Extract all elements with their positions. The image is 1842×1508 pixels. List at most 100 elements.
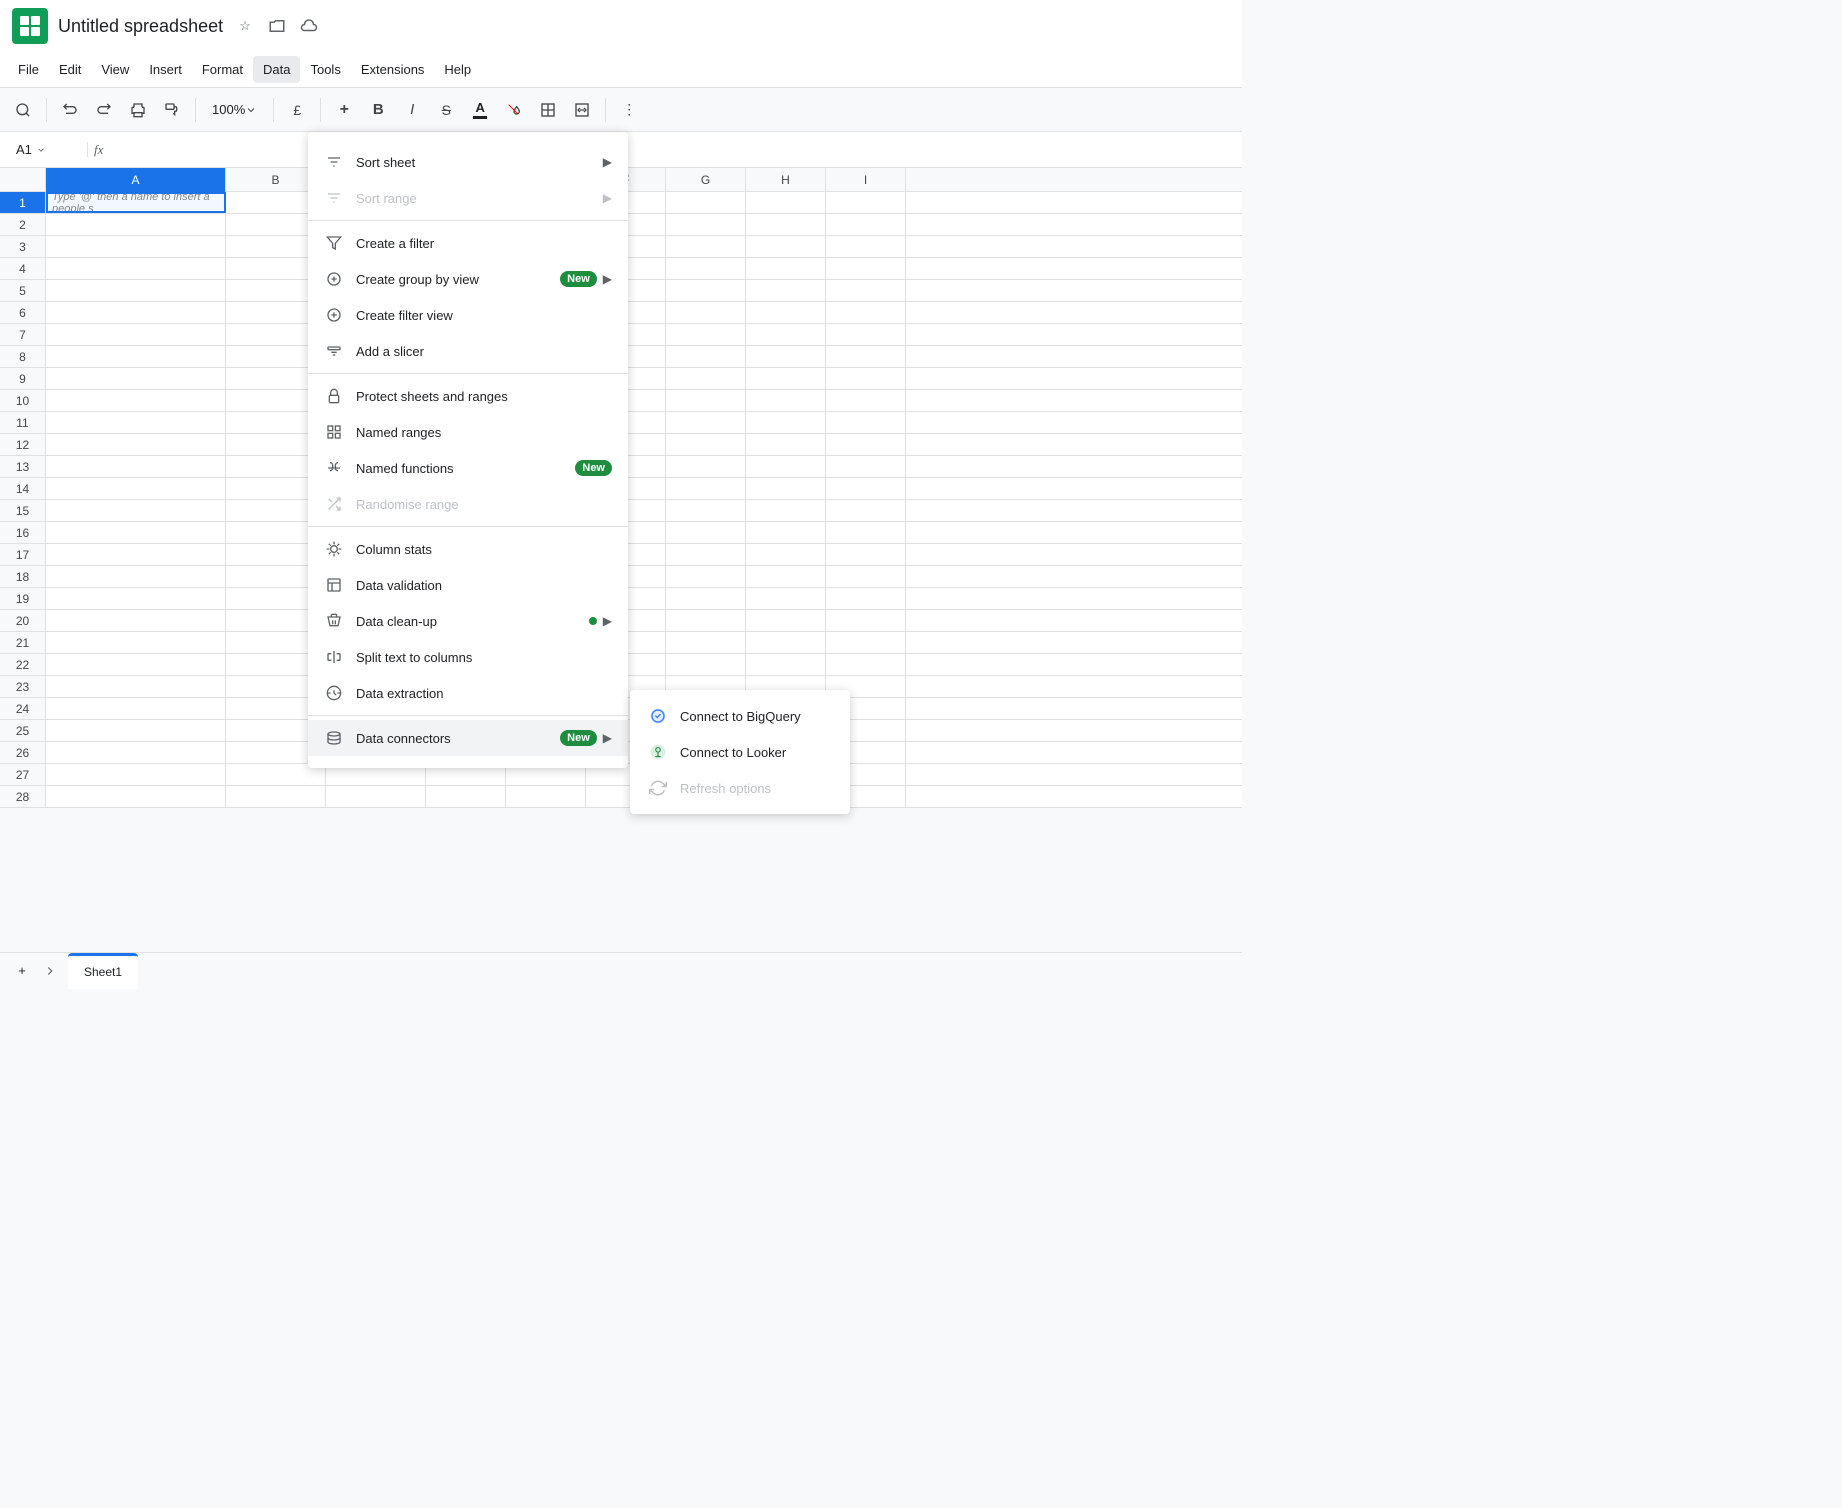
cell-a20[interactable] [46, 610, 226, 631]
row-number-22[interactable]: 22 [0, 654, 46, 675]
merge-cells-button[interactable] [567, 95, 597, 125]
cell-h22[interactable] [746, 654, 826, 675]
menu-file[interactable]: File [8, 56, 49, 83]
cell-g2[interactable] [666, 214, 746, 235]
cell-i10[interactable] [826, 390, 906, 411]
cell-i2[interactable] [826, 214, 906, 235]
sheet-tab-1[interactable]: Sheet1 [68, 953, 138, 989]
cell-g19[interactable] [666, 588, 746, 609]
cell-g20[interactable] [666, 610, 746, 631]
cell-h16[interactable] [746, 522, 826, 543]
cell-g9[interactable] [666, 368, 746, 389]
search-button[interactable] [8, 95, 38, 125]
cell-h15[interactable] [746, 500, 826, 521]
row-number-3[interactable]: 3 [0, 236, 46, 257]
cell-b28[interactable] [226, 786, 326, 807]
row-number-5[interactable]: 5 [0, 280, 46, 301]
cell-g13[interactable] [666, 456, 746, 477]
data-cleanup-item[interactable]: Data clean-up ▶ [308, 603, 628, 639]
paint-format-button[interactable] [157, 95, 187, 125]
randomise-item[interactable]: Randomise range [308, 486, 628, 522]
col-header-a[interactable]: A [46, 168, 226, 192]
zoom-selector[interactable]: 100% [204, 102, 265, 117]
text-color-button[interactable]: A [465, 95, 495, 125]
cell-a8[interactable] [46, 346, 226, 367]
menu-edit[interactable]: Edit [49, 56, 91, 83]
menu-insert[interactable]: Insert [139, 56, 192, 83]
menu-data[interactable]: Data [253, 56, 300, 83]
cell-i16[interactable] [826, 522, 906, 543]
row-number-19[interactable]: 19 [0, 588, 46, 609]
col-header-g[interactable]: G [666, 168, 746, 192]
named-ranges-item[interactable]: Named ranges [308, 414, 628, 450]
connect-looker-item[interactable]: Connect to Looker [630, 734, 850, 770]
row-number-11[interactable]: 11 [0, 412, 46, 433]
italic-button[interactable]: I [397, 95, 427, 125]
menu-extensions[interactable]: Extensions [351, 56, 435, 83]
cell-a9[interactable] [46, 368, 226, 389]
cell-a2[interactable] [46, 214, 226, 235]
redo-button[interactable] [89, 95, 119, 125]
undo-button[interactable] [55, 95, 85, 125]
currency-button[interactable]: £ [282, 95, 312, 125]
cell-i8[interactable] [826, 346, 906, 367]
sheet-menu-button[interactable] [36, 957, 64, 985]
cell-a13[interactable] [46, 456, 226, 477]
cell-a16[interactable] [46, 522, 226, 543]
cell-i11[interactable] [826, 412, 906, 433]
data-extraction-item[interactable]: Data extraction [308, 675, 628, 711]
create-group-item[interactable]: Create group by view New ▶ [308, 261, 628, 297]
menu-format[interactable]: Format [192, 56, 253, 83]
connect-bigquery-item[interactable]: Connect to BigQuery [630, 698, 850, 734]
cell-a7[interactable] [46, 324, 226, 345]
row-number-14[interactable]: 14 [0, 478, 46, 499]
cell-h1[interactable] [746, 192, 826, 213]
cell-a11[interactable] [46, 412, 226, 433]
formula-input[interactable] [109, 142, 1234, 157]
cell-i4[interactable] [826, 258, 906, 279]
cell-c28[interactable] [326, 786, 426, 807]
row-number-2[interactable]: 2 [0, 214, 46, 235]
cell-g5[interactable] [666, 280, 746, 301]
cell-a26[interactable] [46, 742, 226, 763]
named-functions-item[interactable]: Named functions New [308, 450, 628, 486]
data-validation-item[interactable]: Data validation [308, 567, 628, 603]
cell-i21[interactable] [826, 632, 906, 653]
row-number-8[interactable]: 8 [0, 346, 46, 367]
cell-h19[interactable] [746, 588, 826, 609]
row-number-18[interactable]: 18 [0, 566, 46, 587]
cell-g21[interactable] [666, 632, 746, 653]
row-number-26[interactable]: 26 [0, 742, 46, 763]
cell-h20[interactable] [746, 610, 826, 631]
row-number-23[interactable]: 23 [0, 676, 46, 697]
cell-a6[interactable] [46, 302, 226, 323]
fill-color-button[interactable] [499, 95, 529, 125]
cell-g11[interactable] [666, 412, 746, 433]
cell-h11[interactable] [746, 412, 826, 433]
cell-h10[interactable] [746, 390, 826, 411]
cell-i13[interactable] [826, 456, 906, 477]
row-number-17[interactable]: 17 [0, 544, 46, 565]
print-button[interactable] [123, 95, 153, 125]
cell-h7[interactable] [746, 324, 826, 345]
cell-g1[interactable] [666, 192, 746, 213]
cell-h6[interactable] [746, 302, 826, 323]
cell-a3[interactable] [46, 236, 226, 257]
cell-a14[interactable] [46, 478, 226, 499]
row-number-7[interactable]: 7 [0, 324, 46, 345]
column-stats-item[interactable]: Column stats [308, 531, 628, 567]
row-number-16[interactable]: 16 [0, 522, 46, 543]
cell-h13[interactable] [746, 456, 826, 477]
cell-d28[interactable] [426, 786, 506, 807]
sort-sheet-item[interactable]: Sort sheet ▶ [308, 144, 628, 180]
cell-a10[interactable] [46, 390, 226, 411]
cell-a24[interactable] [46, 698, 226, 719]
cell-i14[interactable] [826, 478, 906, 499]
cell-reference[interactable]: A1 [8, 142, 88, 157]
row-number-1[interactable]: 1 [0, 192, 46, 213]
cell-i19[interactable] [826, 588, 906, 609]
row-number-4[interactable]: 4 [0, 258, 46, 279]
cell-a23[interactable] [46, 676, 226, 697]
cell-i18[interactable] [826, 566, 906, 587]
data-connectors-item[interactable]: Data connectors New ▶ [308, 720, 628, 756]
